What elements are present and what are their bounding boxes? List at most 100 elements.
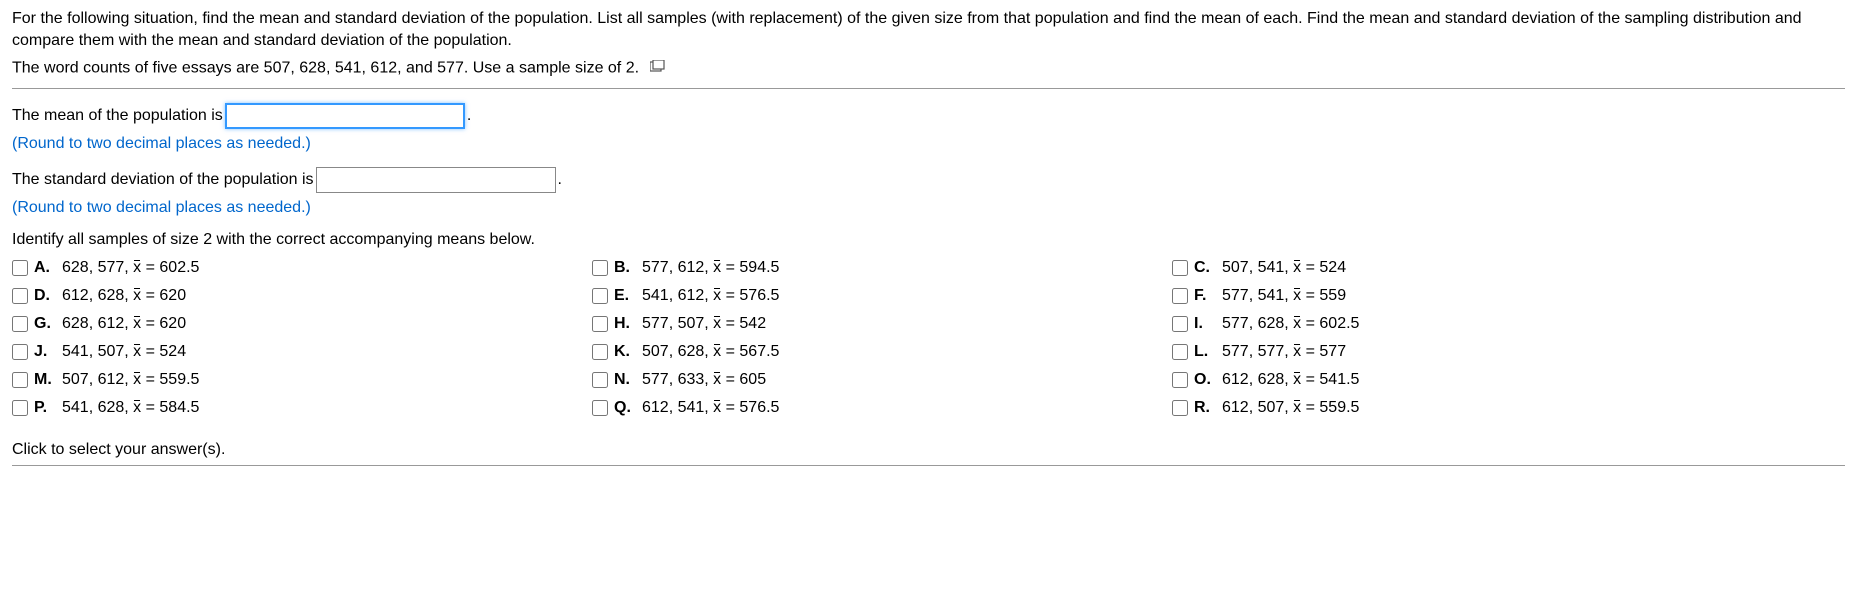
option-text: 577, 628, x = 602.5 bbox=[1222, 315, 1359, 333]
x-bar-symbol: x bbox=[713, 287, 721, 305]
option-n: N. 577, 633, x = 605 bbox=[592, 371, 1132, 389]
x-bar-symbol: x bbox=[133, 315, 141, 333]
x-bar-symbol: x bbox=[133, 371, 141, 389]
option-letter: H. bbox=[614, 315, 636, 333]
option-text: 612, 541, x = 576.5 bbox=[642, 399, 779, 417]
x-bar-symbol: x bbox=[133, 399, 141, 417]
option-letter: A. bbox=[34, 259, 56, 277]
option-f: F. 577, 541, x = 559 bbox=[1172, 287, 1712, 305]
mean-prompt-suffix: . bbox=[467, 107, 471, 125]
option-h: H. 577, 507, x = 542 bbox=[592, 315, 1132, 333]
option-checkbox-h[interactable] bbox=[592, 316, 608, 332]
option-text: 612, 628, x = 541.5 bbox=[1222, 371, 1359, 389]
identify-instruction: Identify all samples of size 2 with the … bbox=[12, 231, 1845, 249]
option-p: P. 541, 628, x = 584.5 bbox=[12, 399, 552, 417]
x-bar-symbol: x bbox=[713, 315, 721, 333]
option-text: 577, 507, x = 542 bbox=[642, 315, 766, 333]
option-checkbox-d[interactable] bbox=[12, 288, 28, 304]
option-text: 612, 628, x = 620 bbox=[62, 287, 186, 305]
option-letter: M. bbox=[34, 371, 56, 389]
option-k: K.507, 628, x = 567.5 bbox=[592, 343, 1132, 361]
option-checkbox-i[interactable] bbox=[1172, 316, 1188, 332]
population-sd-input[interactable] bbox=[316, 167, 556, 193]
option-letter: P. bbox=[34, 399, 56, 417]
option-letter: D. bbox=[34, 287, 56, 305]
option-checkbox-e[interactable] bbox=[592, 288, 608, 304]
option-checkbox-o[interactable] bbox=[1172, 372, 1188, 388]
divider-top bbox=[12, 88, 1845, 89]
option-checkbox-m[interactable] bbox=[12, 372, 28, 388]
option-e: E. 541, 612, x = 576.5 bbox=[592, 287, 1132, 305]
x-bar-symbol: x bbox=[713, 259, 721, 277]
option-letter: J. bbox=[34, 343, 56, 361]
option-checkbox-p[interactable] bbox=[12, 400, 28, 416]
x-bar-symbol: x bbox=[713, 343, 721, 361]
option-letter: L. bbox=[1194, 343, 1216, 361]
option-letter: O. bbox=[1194, 371, 1216, 389]
option-letter: C. bbox=[1194, 259, 1216, 277]
option-text: 612, 507, x = 559.5 bbox=[1222, 399, 1359, 417]
x-bar-symbol: x bbox=[713, 399, 721, 417]
option-text: 577, 633, x = 605 bbox=[642, 371, 766, 389]
x-bar-symbol: x bbox=[713, 371, 721, 389]
option-r: R. 612, 507, x = 559.5 bbox=[1172, 399, 1712, 417]
sd-prompt-suffix: . bbox=[558, 171, 562, 189]
x-bar-symbol: x bbox=[133, 259, 141, 277]
option-m: M.507, 612, x = 559.5 bbox=[12, 371, 552, 389]
problem-line2-text: The word counts of five essays are 507, … bbox=[12, 59, 639, 76]
option-text: 577, 541, x = 559 bbox=[1222, 287, 1346, 305]
option-text: 577, 612, x = 594.5 bbox=[642, 259, 779, 277]
option-c: C. 507, 541, x = 524 bbox=[1172, 259, 1712, 277]
option-letter: E. bbox=[614, 287, 636, 305]
option-o: O. 612, 628, x = 541.5 bbox=[1172, 371, 1712, 389]
option-letter: K. bbox=[614, 343, 636, 361]
option-text: 541, 612, x = 576.5 bbox=[642, 287, 779, 305]
mean-rounding-hint: (Round to two decimal places as needed.) bbox=[12, 135, 1845, 153]
sd-prompt-label: The standard deviation of the population… bbox=[12, 171, 314, 189]
mean-prompt-row: The mean of the population is . bbox=[12, 103, 1845, 129]
sd-prompt-row: The standard deviation of the population… bbox=[12, 167, 1845, 193]
option-checkbox-c[interactable] bbox=[1172, 260, 1188, 276]
option-checkbox-r[interactable] bbox=[1172, 400, 1188, 416]
option-b: B. 577, 612, x = 594.5 bbox=[592, 259, 1132, 277]
option-letter: F. bbox=[1194, 287, 1216, 305]
option-i: I.577, 628, x = 602.5 bbox=[1172, 315, 1712, 333]
option-checkbox-q[interactable] bbox=[592, 400, 608, 416]
option-checkbox-f[interactable] bbox=[1172, 288, 1188, 304]
option-a: A. 628, 577, x = 602.5 bbox=[12, 259, 552, 277]
problem-statement-line2: The word counts of five essays are 507, … bbox=[12, 57, 1845, 80]
option-text: 541, 628, x = 584.5 bbox=[62, 399, 199, 417]
option-checkbox-b[interactable] bbox=[592, 260, 608, 276]
option-text: 507, 541, x = 524 bbox=[1222, 259, 1346, 277]
population-mean-input[interactable] bbox=[225, 103, 465, 129]
option-text: 628, 612, x = 620 bbox=[62, 315, 186, 333]
option-checkbox-k[interactable] bbox=[592, 344, 608, 360]
option-checkbox-a[interactable] bbox=[12, 260, 28, 276]
x-bar-symbol: x bbox=[1293, 371, 1301, 389]
option-q: Q. 612, 541, x = 576.5 bbox=[592, 399, 1132, 417]
option-letter: R. bbox=[1194, 399, 1216, 417]
option-text: 577, 577, x = 577 bbox=[1222, 343, 1346, 361]
option-checkbox-l[interactable] bbox=[1172, 344, 1188, 360]
popup-icon[interactable] bbox=[650, 57, 666, 79]
options-grid: A. 628, 577, x = 602.5 B. 577, 612, x = 594… bbox=[12, 259, 1712, 417]
sd-rounding-hint: (Round to two decimal places as needed.) bbox=[12, 199, 1845, 217]
option-letter: Q. bbox=[614, 399, 636, 417]
option-text: 628, 577, x = 602.5 bbox=[62, 259, 199, 277]
option-d: D. 612, 628, x = 620 bbox=[12, 287, 552, 305]
x-bar-symbol: x bbox=[1293, 399, 1301, 417]
x-bar-symbol: x bbox=[1293, 287, 1301, 305]
option-checkbox-n[interactable] bbox=[592, 372, 608, 388]
option-checkbox-j[interactable] bbox=[12, 344, 28, 360]
option-checkbox-g[interactable] bbox=[12, 316, 28, 332]
mean-prompt-label: The mean of the population is bbox=[12, 107, 223, 125]
footer-instruction: Click to select your answer(s). bbox=[12, 437, 1845, 459]
option-letter: B. bbox=[614, 259, 636, 277]
divider-bottom bbox=[12, 465, 1845, 466]
x-bar-symbol: x bbox=[133, 343, 141, 361]
option-g: G. 628, 612, x = 620 bbox=[12, 315, 552, 333]
option-j: J.541, 507, x = 524 bbox=[12, 343, 552, 361]
x-bar-symbol: x bbox=[1293, 343, 1301, 361]
option-letter: N. bbox=[614, 371, 636, 389]
option-letter: G. bbox=[34, 315, 56, 333]
